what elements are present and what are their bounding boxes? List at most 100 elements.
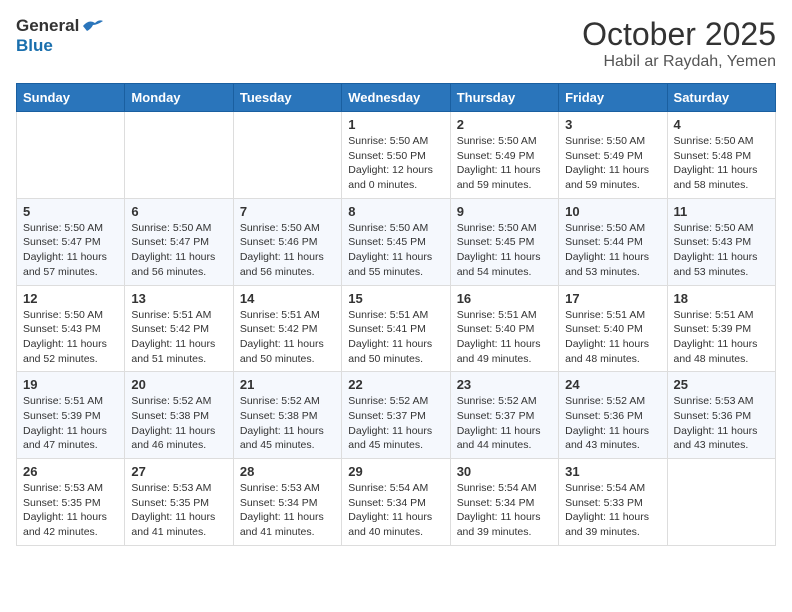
day-number: 1 xyxy=(348,117,443,132)
calendar-cell: 10 Sunrise: 5:50 AM Sunset: 5:44 PM Dayli… xyxy=(559,198,667,285)
day-info: Sunrise: 5:50 AM Sunset: 5:50 PM Dayligh… xyxy=(348,134,443,193)
day-number: 14 xyxy=(240,291,335,306)
day-number: 12 xyxy=(23,291,118,306)
day-info: Sunrise: 5:51 AM Sunset: 5:42 PM Dayligh… xyxy=(131,308,226,367)
day-info: Sunrise: 5:52 AM Sunset: 5:38 PM Dayligh… xyxy=(240,394,335,453)
calendar-week-row: 19 Sunrise: 5:51 AM Sunset: 5:39 PM Dayli… xyxy=(17,372,776,459)
day-info: Sunrise: 5:50 AM Sunset: 5:45 PM Dayligh… xyxy=(457,221,552,280)
day-number: 4 xyxy=(674,117,769,132)
day-info: Sunrise: 5:51 AM Sunset: 5:42 PM Dayligh… xyxy=(240,308,335,367)
day-number: 25 xyxy=(674,377,769,392)
calendar-cell: 25 Sunrise: 5:53 AM Sunset: 5:36 PM Dayli… xyxy=(667,372,775,459)
day-number: 8 xyxy=(348,204,443,219)
day-info: Sunrise: 5:52 AM Sunset: 5:37 PM Dayligh… xyxy=(348,394,443,453)
day-number: 6 xyxy=(131,204,226,219)
day-number: 7 xyxy=(240,204,335,219)
calendar-cell: 23Sunrise: 5:52 AM Sunset: 5:37 PM Dayli… xyxy=(450,372,558,459)
calendar-cell: 13Sunrise: 5:51 AM Sunset: 5:42 PM Dayli… xyxy=(125,285,233,372)
calendar-cell: 27 Sunrise: 5:53 AM Sunset: 5:35 PM Dayli… xyxy=(125,459,233,546)
calendar-cell: 15 Sunrise: 5:51 AM Sunset: 5:41 PM Dayli… xyxy=(342,285,450,372)
day-number: 30 xyxy=(457,464,552,479)
day-number: 17 xyxy=(565,291,660,306)
day-info: Sunrise: 5:53 AM Sunset: 5:36 PM Dayligh… xyxy=(674,394,769,453)
weekday-header-thursday: Thursday xyxy=(450,84,558,112)
day-number: 11 xyxy=(674,204,769,219)
day-number: 24 xyxy=(565,377,660,392)
day-info: Sunrise: 5:53 AM Sunset: 5:34 PM Dayligh… xyxy=(240,481,335,540)
calendar-table: SundayMondayTuesdayWednesdayThursdayFrid… xyxy=(16,83,776,546)
day-info: Sunrise: 5:51 AM Sunset: 5:40 PM Dayligh… xyxy=(565,308,660,367)
day-info: Sunrise: 5:51 AM Sunset: 5:41 PM Dayligh… xyxy=(348,308,443,367)
day-number: 28 xyxy=(240,464,335,479)
calendar-cell: 29Sunrise: 5:54 AM Sunset: 5:34 PM Dayli… xyxy=(342,459,450,546)
calendar-week-row: 26Sunrise: 5:53 AM Sunset: 5:35 PM Dayli… xyxy=(17,459,776,546)
calendar-week-row: 1 Sunrise: 5:50 AM Sunset: 5:50 PM Daylig… xyxy=(17,112,776,199)
day-info: Sunrise: 5:50 AM Sunset: 5:44 PM Dayligh… xyxy=(565,221,660,280)
weekday-header-sunday: Sunday xyxy=(17,84,125,112)
day-info: Sunrise: 5:50 AM Sunset: 5:46 PM Dayligh… xyxy=(240,221,335,280)
weekday-header-tuesday: Tuesday xyxy=(233,84,341,112)
day-number: 23 xyxy=(457,377,552,392)
day-info: Sunrise: 5:51 AM Sunset: 5:39 PM Dayligh… xyxy=(23,394,118,453)
calendar-cell: 20 Sunrise: 5:52 AM Sunset: 5:38 PM Dayli… xyxy=(125,372,233,459)
calendar-cell: 7 Sunrise: 5:50 AM Sunset: 5:46 PM Daylig… xyxy=(233,198,341,285)
day-number: 5 xyxy=(23,204,118,219)
day-info: Sunrise: 5:50 AM Sunset: 5:47 PM Dayligh… xyxy=(23,221,118,280)
logo: General Blue xyxy=(16,16,103,56)
calendar-cell: 30 Sunrise: 5:54 AM Sunset: 5:34 PM Dayli… xyxy=(450,459,558,546)
page-header: General Blue October 2025 Habil ar Rayda… xyxy=(16,16,776,71)
month-title: October 2025 xyxy=(582,16,776,53)
calendar-cell: 22 Sunrise: 5:52 AM Sunset: 5:37 PM Dayli… xyxy=(342,372,450,459)
day-number: 21 xyxy=(240,377,335,392)
day-info: Sunrise: 5:52 AM Sunset: 5:36 PM Dayligh… xyxy=(565,394,660,453)
day-number: 29 xyxy=(348,464,443,479)
calendar-cell: 26Sunrise: 5:53 AM Sunset: 5:35 PM Dayli… xyxy=(17,459,125,546)
calendar-cell: 28 Sunrise: 5:53 AM Sunset: 5:34 PM Dayli… xyxy=(233,459,341,546)
day-info: Sunrise: 5:53 AM Sunset: 5:35 PM Dayligh… xyxy=(131,481,226,540)
day-number: 20 xyxy=(131,377,226,392)
calendar-cell: 19 Sunrise: 5:51 AM Sunset: 5:39 PM Dayli… xyxy=(17,372,125,459)
day-info: Sunrise: 5:51 AM Sunset: 5:40 PM Dayligh… xyxy=(457,308,552,367)
day-info: Sunrise: 5:53 AM Sunset: 5:35 PM Dayligh… xyxy=(23,481,118,540)
day-info: Sunrise: 5:50 AM Sunset: 5:45 PM Dayligh… xyxy=(348,221,443,280)
day-number: 3 xyxy=(565,117,660,132)
day-number: 18 xyxy=(674,291,769,306)
calendar-cell: 12 Sunrise: 5:50 AM Sunset: 5:43 PM Dayli… xyxy=(17,285,125,372)
day-info: Sunrise: 5:50 AM Sunset: 5:43 PM Dayligh… xyxy=(674,221,769,280)
logo-blue: Blue xyxy=(16,36,53,56)
day-number: 27 xyxy=(131,464,226,479)
day-number: 16 xyxy=(457,291,552,306)
day-number: 31 xyxy=(565,464,660,479)
weekday-header-saturday: Saturday xyxy=(667,84,775,112)
calendar-cell xyxy=(17,112,125,199)
weekday-header-friday: Friday xyxy=(559,84,667,112)
logo-bird-icon xyxy=(81,17,103,35)
day-number: 19 xyxy=(23,377,118,392)
calendar-cell: 9Sunrise: 5:50 AM Sunset: 5:45 PM Daylig… xyxy=(450,198,558,285)
calendar-cell: 8 Sunrise: 5:50 AM Sunset: 5:45 PM Daylig… xyxy=(342,198,450,285)
calendar-week-row: 5 Sunrise: 5:50 AM Sunset: 5:47 PM Daylig… xyxy=(17,198,776,285)
calendar-cell: 18 Sunrise: 5:51 AM Sunset: 5:39 PM Dayli… xyxy=(667,285,775,372)
day-info: Sunrise: 5:52 AM Sunset: 5:38 PM Dayligh… xyxy=(131,394,226,453)
weekday-header-monday: Monday xyxy=(125,84,233,112)
day-number: 2 xyxy=(457,117,552,132)
day-info: Sunrise: 5:50 AM Sunset: 5:48 PM Dayligh… xyxy=(674,134,769,193)
calendar-cell: 11 Sunrise: 5:50 AM Sunset: 5:43 PM Dayli… xyxy=(667,198,775,285)
calendar-cell: 3 Sunrise: 5:50 AM Sunset: 5:49 PM Daylig… xyxy=(559,112,667,199)
day-info: Sunrise: 5:50 AM Sunset: 5:43 PM Dayligh… xyxy=(23,308,118,367)
day-info: Sunrise: 5:54 AM Sunset: 5:34 PM Dayligh… xyxy=(457,481,552,540)
calendar-cell: 5 Sunrise: 5:50 AM Sunset: 5:47 PM Daylig… xyxy=(17,198,125,285)
calendar-cell: 21 Sunrise: 5:52 AM Sunset: 5:38 PM Dayli… xyxy=(233,372,341,459)
calendar-cell xyxy=(125,112,233,199)
day-info: Sunrise: 5:51 AM Sunset: 5:39 PM Dayligh… xyxy=(674,308,769,367)
day-number: 10 xyxy=(565,204,660,219)
calendar-cell: 4 Sunrise: 5:50 AM Sunset: 5:48 PM Daylig… xyxy=(667,112,775,199)
day-info: Sunrise: 5:50 AM Sunset: 5:49 PM Dayligh… xyxy=(565,134,660,193)
calendar-cell: 31Sunrise: 5:54 AM Sunset: 5:33 PM Dayli… xyxy=(559,459,667,546)
day-number: 15 xyxy=(348,291,443,306)
title-block: October 2025 Habil ar Raydah, Yemen xyxy=(582,16,776,71)
calendar-cell xyxy=(667,459,775,546)
calendar-cell: 6Sunrise: 5:50 AM Sunset: 5:47 PM Daylig… xyxy=(125,198,233,285)
location-title: Habil ar Raydah, Yemen xyxy=(582,53,776,71)
day-number: 22 xyxy=(348,377,443,392)
